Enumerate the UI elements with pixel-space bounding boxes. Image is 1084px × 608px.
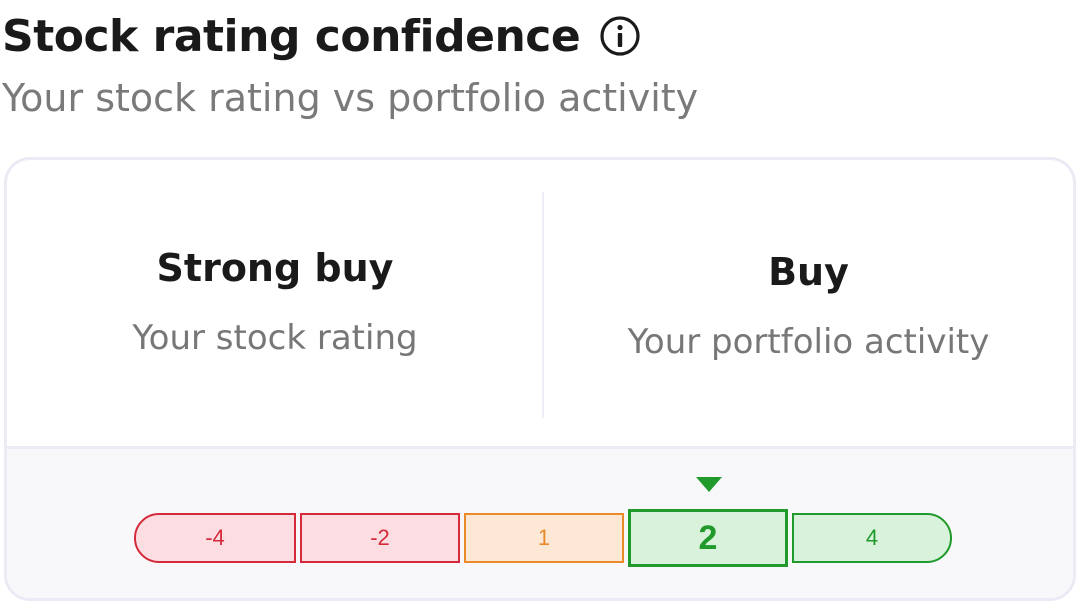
stock-rating-label: Your stock rating xyxy=(132,318,418,358)
stock-rating-value: Strong buy xyxy=(156,246,394,290)
confidence-scale: -4 -2 1 2 4 xyxy=(7,509,1073,569)
page-subtitle: Your stock rating vs portfolio activity xyxy=(2,76,699,120)
scale-segment-1[interactable]: 1 xyxy=(464,513,624,563)
stock-rating-column: Strong buy Your stock rating xyxy=(7,160,543,446)
rating-confidence-card: Strong buy Your stock rating Buy Your po… xyxy=(4,157,1076,601)
scale-segment-4[interactable]: 4 xyxy=(792,513,952,563)
info-icon[interactable] xyxy=(596,12,644,60)
portfolio-activity-label: Your portfolio activity xyxy=(627,322,990,362)
scale-segment-minus-4[interactable]: -4 xyxy=(134,513,296,563)
rating-comparison: Strong buy Your stock rating Buy Your po… xyxy=(7,160,1073,446)
scale-segment-minus-2[interactable]: -2 xyxy=(300,513,460,563)
confidence-scale-panel: -4 -2 1 2 4 xyxy=(7,446,1073,598)
page-title: Stock rating confidence xyxy=(2,10,581,62)
scale-segment-2-selected[interactable]: 2 xyxy=(628,509,788,567)
triangle-down-icon xyxy=(696,477,722,492)
title-row: Stock rating confidence xyxy=(2,6,644,66)
portfolio-activity-value: Buy xyxy=(768,250,849,294)
portfolio-activity-column: Buy Your portfolio activity xyxy=(544,160,1073,446)
